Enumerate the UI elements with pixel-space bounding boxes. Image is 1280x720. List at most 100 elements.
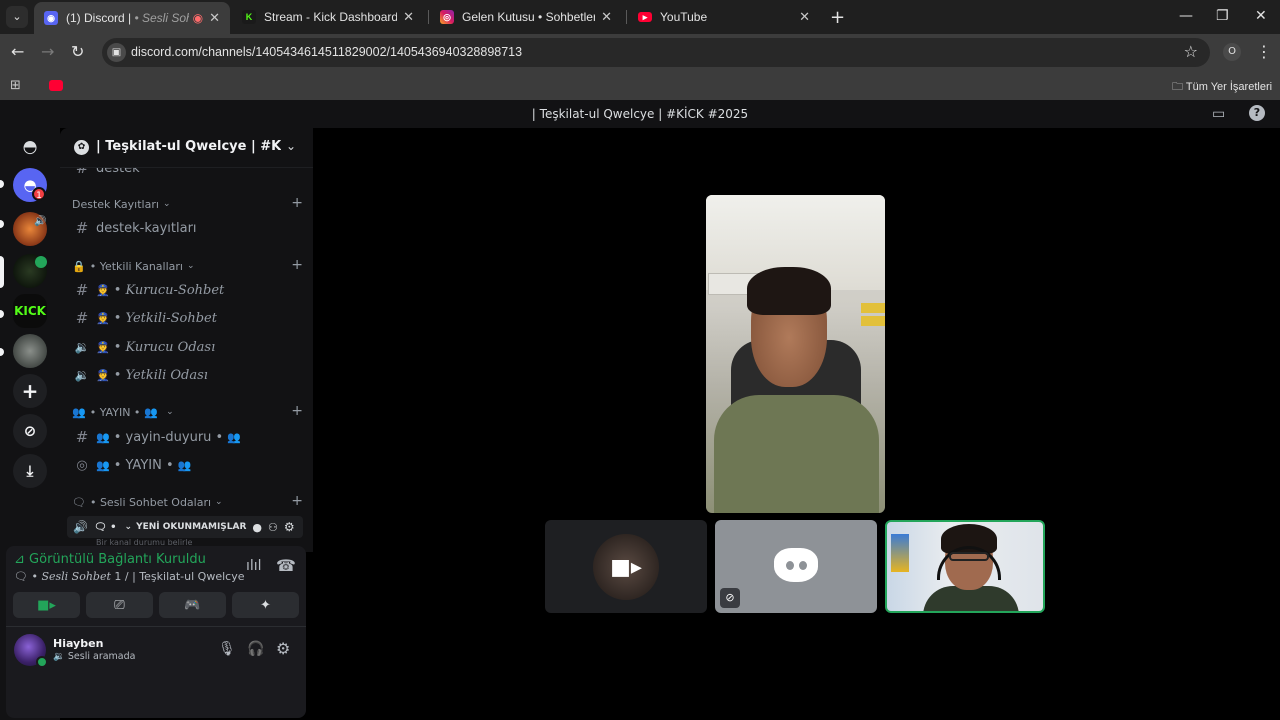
officer-emoji-icon: 👮 [96,368,110,382]
download-icon[interactable]: ⤓ [13,454,47,488]
tab-title: (1) Discord | [66,11,135,25]
server-photo-icon[interactable] [13,334,47,368]
discover-compass-icon[interactable]: ⊘ [13,414,47,448]
tab-discord[interactable]: ◉ (1) Discord | • Sesli Sohb ◉ ✕ [34,2,230,34]
unread-pill [0,348,4,356]
people-emoji-icon: 👥 [227,430,241,444]
channel-name: • Yetkili Odası [113,367,208,383]
address-bar[interactable]: ▣ discord.com/channels/14054346145118290… [102,38,1210,67]
back-arrow-icon[interactable]: ← [11,42,24,61]
officer-emoji-icon: 👮 [96,311,110,325]
microphone-icon[interactable]: 🎙 [218,641,236,657]
user-settings-gear-icon[interactable]: ⚙ [276,639,290,658]
unread-pill [0,180,4,188]
kick-favicon-icon: K [242,10,256,24]
tab-search-button[interactable]: ⌄ [6,6,28,28]
tab-divider [428,10,429,24]
channel-yetkili-sohbet[interactable]: # 👮 • Yetkili-Sohbet [72,306,307,330]
profile-avatar[interactable]: O [1223,43,1241,61]
forward-arrow-icon[interactable]: → [41,42,54,61]
new-tab-button[interactable]: + [830,7,845,28]
server-header[interactable]: ✿ | Teşkilat-ul Qwelcye | #KİCK ... ⌄ [60,128,313,168]
speaker-icon: 🔊 [34,216,47,227]
participant-tile-camera-off[interactable]: ■▸ [545,520,707,613]
discord-favicon-icon: ◉ [44,11,58,25]
add-member-icon[interactable]: ⚇ [268,521,278,534]
category-label: Destek Kayıtları [72,197,159,211]
all-bookmarks-button[interactable]: 🗀 Tüm Yer İşaretleri [1172,78,1272,97]
camera-button[interactable]: ■▸ [13,592,80,618]
add-channel-icon[interactable]: + [291,257,303,273]
bookmarks-bar: ⊞ 🗀 Tüm Yer İşaretleri [0,72,1280,100]
channel-name: • YAYIN • [113,457,174,473]
bookmark-star-icon[interactable]: ☆ [1184,42,1198,61]
chevron-down-icon: ⌄ [124,522,133,532]
video-background [861,303,885,313]
restore-icon[interactable]: ❐ [1216,8,1229,24]
noise-suppression-icon[interactable]: ılıl [246,558,262,574]
youtube-bookmark-icon[interactable] [49,80,63,91]
hash-icon: # [75,428,89,446]
chevron-down-icon: ⌄ [215,497,223,507]
headphones-icon[interactable]: 🎧 [247,641,264,657]
channel-yayin-stage[interactable]: ◎ 👥 • YAYIN • 👥 [72,453,307,477]
minimize-icon[interactable]: — [1179,8,1193,24]
add-channel-icon[interactable]: + [291,195,303,211]
apps-grid-icon[interactable]: ⊞ [10,78,21,93]
inbox-icon[interactable]: ▭ [1212,106,1225,122]
speech-emoji-icon: 🗨 • [14,570,42,583]
category-yetkili-kanallari[interactable]: 🔒 • Yetkili Kanalları ⌄ + [72,254,307,278]
server-name: | Teşkilat-ul Qwelcye | #KİCK ... [96,139,281,154]
screen-share-button[interactable]: ⎚ [86,592,153,618]
video-status-icon [35,256,47,268]
tab-close-icon[interactable]: ✕ [601,9,612,25]
main-video-stream[interactable] [706,195,885,513]
reload-icon[interactable]: ↻ [71,42,84,61]
tab-close-icon[interactable]: ✕ [209,10,220,26]
camera-icon: ■▸ [37,597,56,613]
speaker-icon: 🔉 [53,651,65,662]
selected-pill [0,256,4,288]
add-channel-icon[interactable]: + [291,403,303,419]
category-sesli-sohbet-odalari[interactable]: 🗨 • Sesli Sohbet Odaları ⌄ + [72,490,307,514]
help-icon[interactable]: ? [1249,105,1265,121]
close-window-icon[interactable]: ✕ [1255,8,1267,24]
add-server-icon[interactable]: + [13,374,47,408]
channel-kurucu-sohbet[interactable]: # 👮 • Kurucu-Sohbet [72,278,307,302]
add-channel-icon[interactable]: + [291,493,303,509]
participant-tile-discord[interactable]: ⊘ [715,520,877,613]
category-destek-kayitlari[interactable]: Destek Kayıtları ⌄ + [72,192,307,216]
voice-speaker-icon: 🔉 [74,340,90,354]
participant-body [923,586,1019,611]
discord-home-icon[interactable]: ◓ [13,130,47,164]
activities-button[interactable]: 🎮 [159,592,226,618]
url-text[interactable]: discord.com/channels/1405434614511829002… [131,45,522,59]
category-yayin[interactable]: 👥 • YAYIN • 👥 ⌄ + [72,400,307,424]
channel-kurucu-odasi[interactable]: 🔉 👮 • Kurucu Odası [72,335,307,359]
channel-destek-kayitlari[interactable]: # destek-kayıtları [72,216,307,240]
username[interactable]: Hiayben [53,637,103,650]
channel-yayin-duyuru[interactable]: # 👥 • yayin-duyuru • 👥 [72,425,307,449]
participant-hair [747,267,831,315]
settings-gear-icon[interactable]: ⚙ [284,520,295,534]
soundboard-button[interactable]: ✦ [232,592,299,618]
tab-kick[interactable]: K Stream - Kick Dashboard ✕ [232,4,424,30]
tab-instagram[interactable]: ◎ Gelen Kutusu • Sohbetler ✕ [430,4,622,30]
muted-mic-icon: ⊘ [720,588,740,608]
server-boost-icon: ✿ [74,140,89,155]
participant-tile-speaking[interactable] [885,520,1045,613]
new-unreads-bar[interactable]: 🔊 🗨 • ⌄ YENİ OKUNMAMIŞLAR ● ⚇ ⚙ [67,516,303,538]
disconnect-phone-icon[interactable]: ☎ [276,556,296,575]
voice-channel-info[interactable]: 🗨 • Sesli Sohbet 1 / | Teşkilat-ul Qwelc… [14,570,244,583]
tab-close-icon[interactable]: ✕ [799,9,810,25]
unread-label: YENİ OKUNMAMIŞLAR [136,522,247,532]
channel-yetkili-odasi[interactable]: 🔉 👮 • Yetkili Odası [72,363,307,387]
browser-toolbar: ← → ↻ ▣ discord.com/channels/14054346145… [0,34,1280,72]
site-info-icon[interactable]: ▣ [107,43,126,62]
tab-close-icon[interactable]: ✕ [403,9,414,25]
server-kick-icon[interactable]: KICK [13,294,47,328]
chat-bubble-icon[interactable]: ● [252,521,262,534]
tab-youtube[interactable]: ▸ YouTube ✕ [628,4,820,30]
menu-kebab-icon[interactable]: ⋮ [1256,42,1272,61]
voice-status-text: Görüntülü Bağlantı Kuruldu [29,552,206,567]
